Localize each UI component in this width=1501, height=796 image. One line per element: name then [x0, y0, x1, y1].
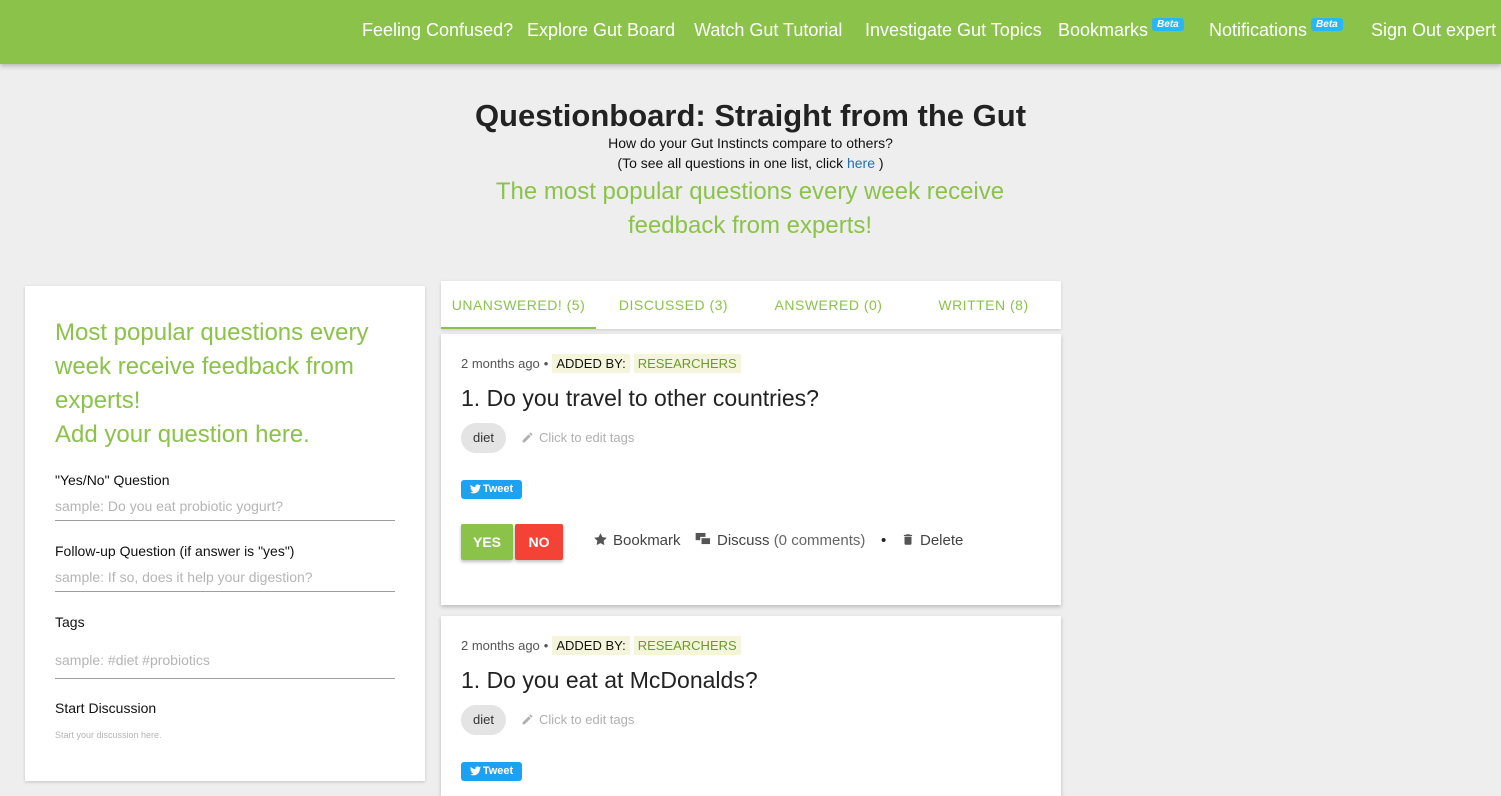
yes-no-question-input[interactable]	[55, 492, 395, 521]
start-discussion-input[interactable]	[55, 725, 395, 745]
discuss-button[interactable]: Discuss (0 comments)	[695, 532, 865, 549]
nav-notifications-label: Notifications	[1209, 20, 1308, 40]
tweet-label: Tweet	[482, 483, 514, 495]
active-tab-indicator	[441, 327, 596, 329]
question-text: 1. Do you eat at McDonalds?	[461, 667, 758, 693]
all-questions-suffix: )	[875, 155, 884, 171]
question-meta: 2 months ago • ADDED BY: RESEARCHERS	[461, 636, 741, 655]
discuss-label: Discuss	[717, 532, 770, 549]
tab-written[interactable]: WRITTEN (8)	[906, 281, 1061, 329]
tag-chip[interactable]: diet	[461, 705, 506, 735]
nav-investigate-gut-topics[interactable]: Investigate Gut Topics	[865, 20, 1042, 41]
question-text: 1. Do you travel to other countries?	[461, 385, 819, 411]
tags-label: Tags	[55, 614, 85, 630]
nav-notifications[interactable]: Notifications Beta	[1209, 18, 1343, 41]
tab-unanswered[interactable]: UNANSWERED! (5)	[441, 281, 596, 329]
added-by-value: RESEARCHERS	[633, 636, 741, 655]
question-time: 2 months ago	[461, 638, 540, 653]
tweet-label: Tweet	[482, 765, 514, 777]
action-separator-dot: •	[881, 532, 887, 549]
bookmark-label: Bookmark	[613, 532, 681, 549]
add-question-card: Most popular questions every week receiv…	[25, 286, 425, 781]
beta-badge: Beta	[1311, 18, 1343, 31]
twitter-bird-icon	[469, 766, 481, 776]
add-question-heading-line2: Add your question here.	[55, 421, 310, 448]
page-subtitle: How do your Gut Instincts compare to oth…	[608, 135, 893, 151]
edit-tags-label: Click to edit tags	[539, 712, 635, 727]
nav-bookmarks-label: Bookmarks	[1058, 20, 1149, 40]
pencil-icon	[522, 714, 533, 725]
edit-tags-link[interactable]: Click to edit tags	[521, 712, 634, 727]
followup-question-label: Follow-up Question (if answer is "yes")	[55, 543, 295, 559]
delete-button[interactable]: Delete	[901, 532, 963, 549]
tab-discussed[interactable]: DISCUSSED (3)	[596, 281, 751, 329]
nav-explore-gut-board[interactable]: Explore Gut Board	[527, 20, 675, 41]
page-title: Questionboard: Straight from the Gut	[474, 98, 1027, 133]
comments-count: (0 comments)	[773, 532, 866, 549]
edit-tags-label: Click to edit tags	[539, 430, 635, 445]
question-card: 2 months ago • ADDED BY: RESEARCHERS 1. Do …	[441, 616, 1061, 796]
tags-input[interactable]	[55, 642, 395, 679]
added-by-label: ADDED BY:	[552, 354, 630, 373]
nav-sign-out[interactable]: Sign Out expert	[1371, 20, 1496, 41]
nav-watch-gut-tutorial[interactable]: Watch Gut Tutorial	[694, 20, 842, 41]
top-navbar: Feeling Confused? Explore Gut Board Watc…	[0, 0, 1501, 64]
tweet-button[interactable]: Tweet	[461, 480, 522, 499]
promo-text: The most popular questions every week re…	[495, 178, 1005, 239]
all-questions-prefix: (To see all questions in one list, click	[617, 155, 847, 171]
twitter-bird-icon	[469, 484, 481, 494]
added-by-label: ADDED BY:	[552, 636, 630, 655]
yes-button[interactable]: YES	[461, 524, 513, 560]
all-questions-note: (To see all questions in one list, click…	[0, 155, 1501, 171]
edit-tags-link[interactable]: Click to edit tags	[521, 430, 634, 445]
add-question-heading: Most popular questions every week receiv…	[55, 316, 395, 452]
no-button[interactable]: NO	[515, 524, 563, 560]
beta-badge: Beta	[1152, 18, 1184, 31]
nav-bookmarks[interactable]: Bookmarks Beta	[1058, 18, 1184, 41]
bookmark-button[interactable]: Bookmark	[593, 532, 681, 549]
tab-answered[interactable]: ANSWERED (0)	[751, 281, 906, 329]
question-tabs: UNANSWERED! (5) DISCUSSED (3) ANSWERED (…	[441, 281, 1061, 329]
comments-icon	[695, 532, 712, 546]
delete-label: Delete	[920, 532, 964, 549]
question-card: 2 months ago • ADDED BY: RESEARCHERS 1. Do …	[441, 334, 1061, 605]
add-question-heading-line1: Most popular questions every week receiv…	[55, 319, 369, 414]
all-questions-link[interactable]: here	[847, 155, 875, 171]
yes-no-question-label: "Yes/No" Question	[55, 472, 170, 488]
tweet-button[interactable]: Tweet	[461, 762, 522, 781]
tag-chip[interactable]: diet	[461, 423, 506, 453]
meta-dot: •	[543, 356, 549, 371]
trash-icon	[903, 534, 913, 545]
followup-question-input[interactable]	[55, 563, 395, 592]
nav-feeling-confused[interactable]: Feeling Confused?	[362, 20, 513, 41]
pencil-icon	[522, 432, 533, 443]
question-time: 2 months ago	[461, 356, 540, 371]
question-meta: 2 months ago • ADDED BY: RESEARCHERS	[461, 354, 741, 373]
start-discussion-label: Start Discussion	[55, 700, 157, 716]
star-icon	[594, 533, 607, 546]
added-by-value: RESEARCHERS	[633, 354, 741, 373]
meta-dot: •	[543, 638, 549, 653]
